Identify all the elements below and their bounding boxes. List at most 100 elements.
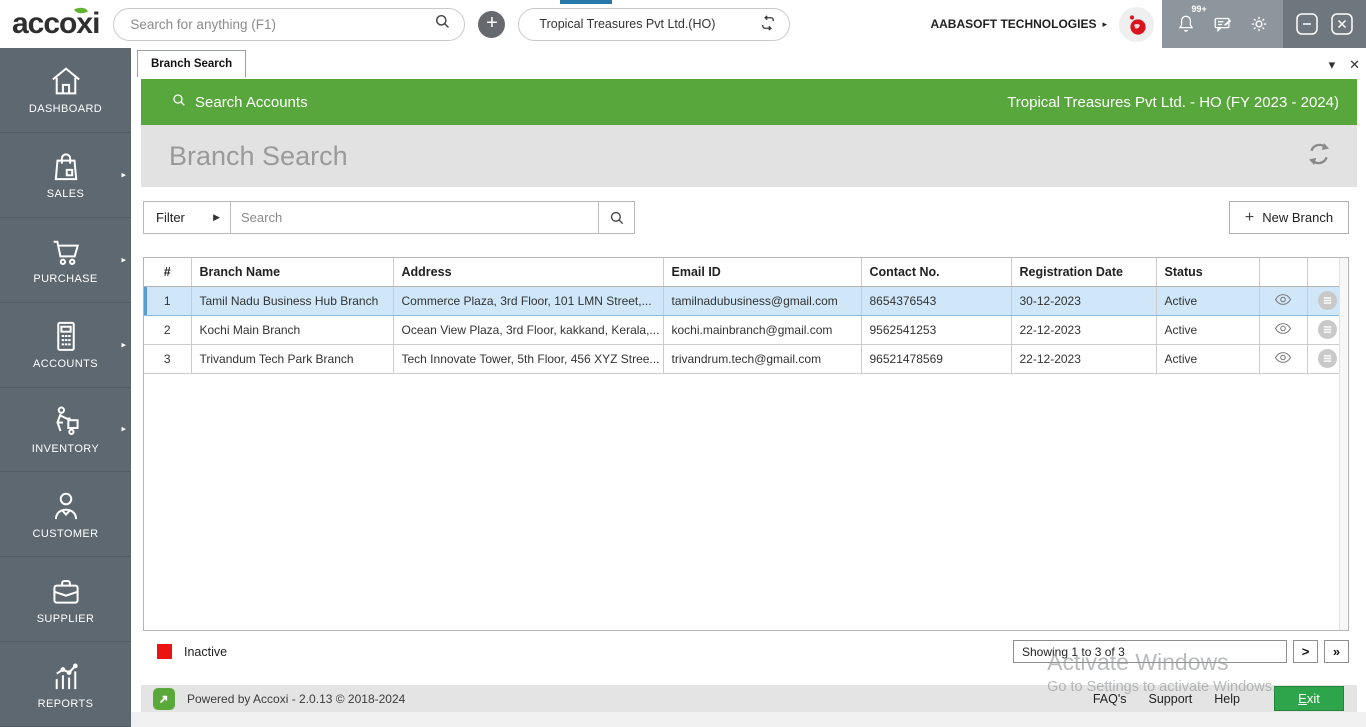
- cell-status: Active: [1156, 285, 1260, 316]
- legend-pagination-row: Inactive Showing 1 to 3 of 3 > »: [143, 640, 1355, 663]
- organization-name: AABASOFT TECHNOLOGIES: [930, 17, 1097, 31]
- eye-icon: [1274, 322, 1292, 338]
- faqs-link[interactable]: FAQ's: [1093, 692, 1127, 706]
- last-page-button[interactable]: »: [1324, 640, 1349, 663]
- cell-registration-date: 30-12-2023: [1011, 285, 1157, 316]
- shopping-bag-icon: [47, 149, 85, 183]
- tab-list-caret-icon[interactable]: ▾: [1329, 57, 1336, 73]
- search-accounts-label: Search Accounts: [195, 93, 308, 111]
- module-header-bar: Search Accounts Tropical Treasures Pvt L…: [141, 79, 1357, 125]
- company-selector[interactable]: Tropical Treasures Pvt Ltd.(HO): [518, 7, 791, 41]
- hand-truck-icon: [47, 404, 85, 438]
- col-header-registration-date: Registration Date: [1011, 258, 1157, 287]
- sidebar-item-accounts[interactable]: ACCOUNTS ▸: [0, 303, 131, 388]
- col-header-contact: Contact No.: [861, 258, 1012, 287]
- table-row[interactable]: 1 Tamil Nadu Business Hub Branch Commerc…: [144, 285, 1348, 316]
- cell-registration-date: 22-12-2023: [1011, 344, 1157, 374]
- sidebar-item-label: PURCHASE: [33, 273, 98, 286]
- cell-status: Active: [1156, 315, 1260, 345]
- switch-company-icon[interactable]: [759, 14, 777, 35]
- tab-branch-search[interactable]: Branch Search: [137, 50, 247, 77]
- cell-address: Commerce Plaza, 3rd Floor, 101 LMN Stree…: [393, 285, 664, 316]
- help-link[interactable]: Help: [1214, 692, 1240, 706]
- table-row[interactable]: 2 Kochi Main Branch Ocean View Plaza, 3r…: [144, 315, 1348, 345]
- top-header-bar: accoxi + Tropical Treasures Pvt Ltd.(HO): [0, 0, 1366, 48]
- col-header-view: [1259, 258, 1308, 287]
- cell-address: Tech Innovate Tower, 5th Floor, 456 XYZ …: [393, 344, 664, 374]
- submenu-arrow-icon: ▸: [121, 254, 126, 265]
- sidebar-item-supplier[interactable]: SUPPLIER: [0, 557, 131, 643]
- cell-status: Active: [1156, 344, 1260, 374]
- filter-label: Filter: [156, 210, 185, 225]
- bar-chart-icon: [47, 659, 85, 693]
- cell-registration-date: 22-12-2023: [1011, 315, 1157, 345]
- organization-caret-icon: ▸: [1102, 18, 1107, 29]
- branch-table: # Branch Name Address Email ID Contact N…: [144, 258, 1348, 374]
- sidebar-item-label: SUPPLIER: [36, 612, 95, 625]
- eye-icon: [1274, 293, 1292, 309]
- sidebar-item-purchase[interactable]: PURCHASE ▸: [0, 218, 131, 303]
- minimize-button[interactable]: [1295, 12, 1319, 36]
- accoxi-logo: accoxi: [12, 5, 100, 39]
- filter-caret-icon: ▶: [213, 212, 220, 222]
- search-icon[interactable]: [433, 12, 452, 36]
- sidebar-item-label: SALES: [46, 188, 85, 201]
- main-content: Branch Search ▾ ✕ Search Accounts Tropic…: [131, 48, 1366, 727]
- support-link[interactable]: Support: [1149, 692, 1193, 706]
- view-branch-button[interactable]: [1259, 344, 1308, 374]
- cell-contact: 96521478569: [861, 344, 1012, 374]
- status-bar: Powered by Accoxi - 2.0.13 © 2018-2024 F…: [141, 685, 1357, 712]
- cell-num: 2: [144, 315, 192, 345]
- col-header-address: Address: [393, 258, 664, 287]
- cell-contact: 8654376543: [861, 285, 1012, 316]
- eye-icon: [1274, 351, 1292, 367]
- notifications-button[interactable]: 99+: [1173, 4, 1207, 37]
- quick-add-button[interactable]: +: [478, 10, 506, 38]
- sidebar-item-reports[interactable]: REPORTS: [0, 642, 131, 727]
- refresh-icon[interactable]: [1305, 140, 1333, 173]
- user-avatar[interactable]: [1119, 6, 1154, 42]
- menu-icon: [1317, 349, 1337, 368]
- settings-button[interactable]: [1246, 11, 1272, 37]
- filter-dropdown[interactable]: Filter ▶: [144, 202, 231, 233]
- briefcase-icon: [47, 574, 85, 608]
- filter-row: Filter ▶ + New Branch: [143, 201, 1355, 234]
- bottom-strip: [131, 712, 1366, 727]
- table-search-input[interactable]: [241, 210, 588, 225]
- cell-num: 1: [144, 285, 192, 316]
- footer-links: FAQ's Support Help: [1093, 692, 1240, 706]
- sidebar-item-sales[interactable]: SALES ▸: [0, 133, 131, 218]
- page-body: Filter ▶ + New Branch: [141, 187, 1357, 681]
- powered-by-label: Powered by Accoxi - 2.0.13 © 2018-2024: [187, 691, 406, 706]
- search-accounts-link[interactable]: Search Accounts: [171, 92, 308, 112]
- pagination: Showing 1 to 3 of 3 > »: [1013, 640, 1349, 663]
- exit-label: Exit: [1298, 691, 1320, 706]
- table-scrollbar[interactable]: [1339, 258, 1348, 630]
- view-branch-button[interactable]: [1259, 315, 1308, 345]
- global-search: [113, 7, 466, 41]
- next-page-button[interactable]: >: [1293, 640, 1318, 663]
- plus-icon: +: [1244, 208, 1255, 226]
- page-title: Branch Search: [169, 140, 348, 171]
- close-button[interactable]: [1330, 12, 1354, 36]
- table-row[interactable]: 3 Trivandum Tech Park Branch Tech Innova…: [144, 344, 1348, 374]
- table-search-button[interactable]: [598, 202, 634, 233]
- global-search-input[interactable]: [130, 16, 434, 32]
- tab-close-icon[interactable]: ✕: [1349, 57, 1360, 73]
- new-branch-button[interactable]: + New Branch: [1229, 201, 1349, 234]
- sidebar-item-dashboard[interactable]: DASHBOARD: [0, 48, 131, 133]
- view-branch-button[interactable]: [1259, 285, 1308, 316]
- cell-num: 3: [144, 344, 192, 374]
- organization-menu[interactable]: AABASOFT TECHNOLOGIES ▸: [930, 17, 1107, 31]
- sidebar-item-label: ACCOUNTS: [33, 358, 98, 371]
- menu-icon: [1317, 291, 1337, 310]
- sidebar-item-inventory[interactable]: INVENTORY ▸: [0, 388, 131, 473]
- cell-email: trivandrum.tech@gmail.com: [663, 344, 862, 374]
- col-header-branch-name: Branch Name: [191, 258, 394, 287]
- exit-button[interactable]: Exit: [1274, 686, 1344, 711]
- notification-badge: 99+: [1191, 4, 1207, 14]
- cart-icon: [47, 234, 85, 268]
- sidebar-item-customer[interactable]: CUSTOMER: [0, 472, 131, 558]
- messages-button[interactable]: [1210, 11, 1236, 37]
- page-title-bar: Branch Search: [141, 125, 1357, 187]
